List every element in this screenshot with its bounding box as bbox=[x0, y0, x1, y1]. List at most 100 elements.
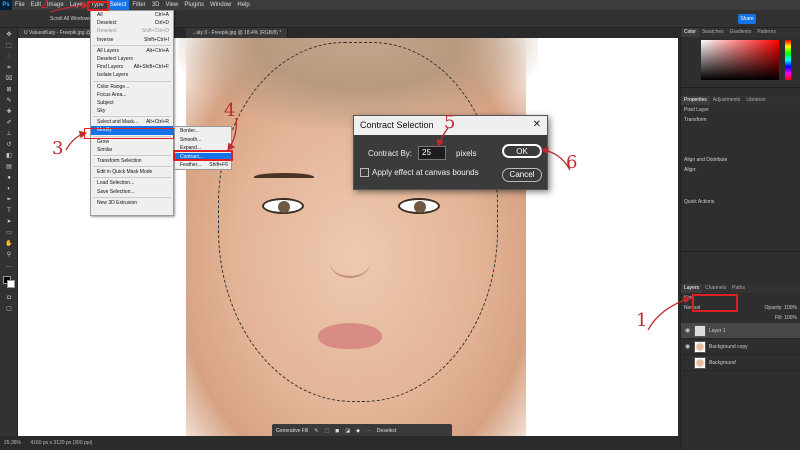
tab-gradients[interactable]: Gradients bbox=[727, 28, 755, 37]
ok-button[interactable]: OK bbox=[502, 144, 542, 158]
lasso-tool-icon[interactable]: ◌ bbox=[4, 53, 14, 61]
menu-plugins[interactable]: Plugins bbox=[181, 0, 207, 10]
select-menu-item[interactable]: Similar bbox=[91, 146, 173, 154]
pen-tool-icon[interactable]: ✒ bbox=[4, 196, 14, 204]
tab-libraries[interactable]: Libraries bbox=[743, 96, 768, 105]
select-menu-item[interactable]: Load Selection... bbox=[91, 179, 173, 187]
color-picker-field[interactable] bbox=[701, 40, 779, 80]
zoom-tool-icon[interactable]: ⚲ bbox=[4, 251, 14, 259]
menu-item-label: Color Range... bbox=[97, 83, 130, 90]
status-bar: 25.36% 4160 px x 3120 px (300 ppi) bbox=[0, 436, 680, 450]
color-swatches[interactable] bbox=[3, 276, 15, 288]
quick-mask-icon[interactable]: ◘ bbox=[4, 294, 14, 302]
tab-channels[interactable]: Channels bbox=[702, 284, 729, 293]
frame-tool-icon[interactable]: ⊠ bbox=[4, 86, 14, 94]
eyedropper-tool-icon[interactable]: ✎ bbox=[4, 97, 14, 105]
select-menu-item[interactable]: Reselect Shift+Ctrl+D bbox=[91, 27, 173, 35]
tab-adjustments[interactable]: Adjustments bbox=[710, 96, 744, 105]
select-menu-item[interactable]: Find Layers Alt+Shift+Ctrl+F bbox=[91, 63, 173, 71]
select-menu-item[interactable]: Save Selection... bbox=[91, 188, 173, 196]
tab-swatches[interactable]: Swatches bbox=[699, 28, 727, 37]
modify-submenu-item[interactable]: Smooth... bbox=[175, 136, 231, 145]
cancel-button[interactable]: Cancel bbox=[502, 168, 542, 182]
menu-file[interactable]: File bbox=[12, 0, 28, 10]
clone-stamp-icon[interactable]: ⊥ bbox=[4, 130, 14, 138]
menu-3d[interactable]: 3D bbox=[149, 0, 163, 10]
select-menu-item[interactable]: Focus Area... bbox=[91, 91, 173, 99]
eraser-tool-icon[interactable]: ◧ bbox=[4, 152, 14, 160]
menu-layer[interactable]: Layer bbox=[67, 0, 88, 10]
menu-window[interactable]: Window bbox=[207, 0, 234, 10]
select-menu-item[interactable]: Edit in Quick Mask Mode bbox=[91, 168, 173, 176]
move-tool-icon[interactable]: ✥ bbox=[4, 31, 14, 39]
layer-thumbnail bbox=[694, 324, 706, 337]
canvas-bounds-checkbox[interactable] bbox=[360, 168, 369, 177]
screen-mode-icon[interactable]: ▢ bbox=[4, 305, 14, 313]
zoom-level[interactable]: 25.36% bbox=[4, 440, 21, 446]
tab-paths[interactable]: Paths bbox=[729, 284, 748, 293]
hue-slider[interactable] bbox=[785, 40, 791, 80]
history-brush-icon[interactable]: ↺ bbox=[4, 141, 14, 149]
share-button[interactable]: Share bbox=[738, 14, 756, 24]
layer-row[interactable]: ◉ Layer 1 bbox=[681, 323, 800, 339]
generative-fill-button[interactable]: Generative Fill bbox=[276, 428, 308, 434]
visibility-eye-icon[interactable]: ◉ bbox=[685, 343, 691, 350]
object-select-tool-icon[interactable]: ⌗ bbox=[4, 64, 14, 72]
fill-icon[interactable]: ◆ bbox=[356, 428, 360, 434]
select-menu-item[interactable]: Inverse Shift+Ctrl+I bbox=[91, 36, 173, 44]
crop-tool-icon[interactable]: ⌧ bbox=[4, 75, 14, 83]
brush-icon[interactable]: ✎ bbox=[314, 428, 318, 434]
select-menu-item[interactable]: Transform Selection bbox=[91, 157, 173, 165]
select-menu-item[interactable]: Sky bbox=[91, 107, 173, 115]
menu-item-label: Deselect Layers bbox=[97, 55, 133, 62]
blur-tool-icon[interactable]: ● bbox=[4, 174, 14, 182]
menu-item-shortcut: Alt+Shift+Ctrl+F bbox=[133, 64, 169, 71]
menu-help[interactable]: Help bbox=[234, 0, 252, 10]
menu-filter[interactable]: Filter bbox=[129, 0, 148, 10]
mask-icon[interactable]: ◼ bbox=[335, 428, 339, 434]
path-select-icon[interactable]: ➤ bbox=[4, 218, 14, 226]
marquee-tool-icon[interactable]: ⬚ bbox=[4, 42, 14, 50]
scroll-all-windows-checkbox-label[interactable]: Scroll All Windows bbox=[50, 16, 91, 22]
modify-submenu-item[interactable]: Feather... Shift+F6 bbox=[175, 161, 231, 170]
tab-properties[interactable]: Properties bbox=[681, 96, 710, 105]
rectangle-tool-icon[interactable]: ▭ bbox=[4, 229, 14, 237]
select-menu-item[interactable]: Deselect Layers bbox=[91, 55, 173, 63]
brush-tool-icon[interactable]: ✐ bbox=[4, 119, 14, 127]
more-options-icon[interactable]: ⋯ bbox=[366, 428, 371, 434]
layer-row[interactable]: ◉ Background copy bbox=[681, 339, 800, 355]
menu-item-shortcut: Shift+Ctrl+I bbox=[143, 36, 169, 43]
select-menu-item[interactable]: All Layers Alt+Ctrl+A bbox=[91, 47, 173, 55]
opacity-field[interactable]: Opacity: 100% bbox=[764, 305, 797, 311]
tab-layers[interactable]: Layers bbox=[681, 284, 703, 293]
select-menu-item[interactable]: Select and Mask... Alt+Ctrl+R bbox=[91, 118, 173, 126]
menu-select[interactable]: Select bbox=[106, 0, 130, 10]
select-menu-item[interactable]: All Ctrl+A bbox=[91, 11, 173, 19]
dodge-tool-icon[interactable]: ◐ bbox=[4, 185, 14, 193]
document-tab[interactable]: ...aly 3 - Freepik.jpg @ 18.4% (RGB/8) * bbox=[186, 28, 289, 38]
modify-submenu-item[interactable]: Border... bbox=[175, 127, 231, 136]
fill-field[interactable]: Fill: 100% bbox=[681, 313, 800, 323]
gradient-tool-icon[interactable]: ▤ bbox=[4, 163, 14, 171]
transform-icon[interactable]: ⬚ bbox=[324, 428, 329, 434]
background-color-swatch[interactable] bbox=[7, 280, 15, 288]
select-menu-item[interactable]: Deselect Ctrl+D bbox=[91, 19, 173, 27]
type-tool-icon[interactable]: T bbox=[4, 207, 14, 215]
invert-icon[interactable]: ◪ bbox=[345, 428, 350, 434]
healing-brush-icon[interactable]: ✚ bbox=[4, 108, 14, 116]
select-menu-item[interactable]: Subject bbox=[91, 99, 173, 107]
menu-item-shortcut: Ctrl+A bbox=[154, 12, 169, 18]
visibility-eye-icon[interactable]: ◉ bbox=[685, 327, 691, 334]
menu-view[interactable]: View bbox=[162, 0, 181, 10]
contract-by-input[interactable]: 25 bbox=[418, 146, 446, 160]
deselect-button[interactable]: Deselect bbox=[377, 428, 396, 434]
close-icon[interactable]: ✕ bbox=[533, 120, 541, 130]
more-tools-icon[interactable]: … bbox=[4, 262, 14, 270]
select-menu-item[interactable]: Color Range... bbox=[91, 83, 173, 91]
select-menu-item[interactable]: Isolate Layers bbox=[91, 71, 173, 79]
layer-row[interactable]: Background bbox=[681, 355, 800, 371]
select-menu-item[interactable]: New 3D Extrusion bbox=[91, 199, 173, 207]
hand-tool-icon[interactable]: ✋ bbox=[4, 240, 14, 248]
tab-patterns[interactable]: Patterns bbox=[754, 28, 779, 37]
tab-color[interactable]: Color bbox=[681, 28, 699, 37]
